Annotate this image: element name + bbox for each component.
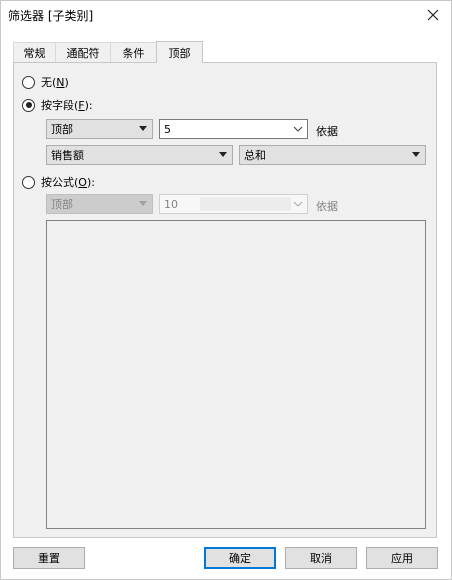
tab-condition[interactable]: 条件 — [110, 42, 157, 62]
tab-strip: 常规 通配符 条件 顶部 — [13, 41, 203, 63]
close-button[interactable] — [421, 4, 445, 26]
chevron-down-icon — [219, 152, 227, 157]
dialog-title: 筛选器 [子类别] — [8, 9, 94, 23]
option-none-label: 无(N) — [41, 76, 69, 89]
option-by-field-label: 按字段(F): — [41, 99, 93, 112]
field-measure-select[interactable]: 销售额 — [46, 145, 233, 165]
tab-wildcard[interactable]: 通配符 — [55, 42, 111, 62]
tab-panel-top: 无(N) 按字段(F): 顶部 5 依据 销售额 总和 按公式(O): 顶部 1… — [13, 62, 437, 538]
option-by-field[interactable]: 按字段(F): — [22, 97, 93, 113]
close-icon — [427, 9, 439, 21]
ok-button[interactable]: 确定 — [204, 547, 276, 569]
apply-button[interactable]: 应用 — [366, 547, 438, 569]
option-by-formula-label: 按公式(O): — [41, 176, 95, 189]
title-bar: 筛选器 [子类别] — [1, 1, 451, 31]
reset-button[interactable]: 重置 — [13, 547, 85, 569]
chevron-down-icon — [412, 152, 420, 157]
chevron-down-icon — [293, 201, 303, 207]
option-none[interactable]: 无(N) — [22, 74, 69, 90]
formula-direction-select[interactable]: 顶部 — [46, 194, 153, 214]
chevron-down-icon — [139, 201, 147, 206]
field-aggregation-select[interactable]: 总和 — [239, 145, 426, 165]
radio-by-field[interactable] — [22, 98, 35, 112]
tab-general[interactable]: 常规 — [13, 42, 56, 62]
field-count-input[interactable]: 5 — [159, 119, 308, 139]
chevron-down-icon — [139, 126, 147, 131]
field-by-label: 依据 — [316, 125, 338, 138]
formula-by-label: 依据 — [316, 200, 338, 213]
cancel-button[interactable]: 取消 — [285, 547, 357, 569]
formula-count-input[interactable]: 10 — [159, 194, 308, 214]
field-direction-select[interactable]: 顶部 — [46, 119, 153, 139]
tab-top[interactable]: 顶部 — [156, 41, 203, 63]
radio-by-formula[interactable] — [22, 175, 35, 189]
radio-none[interactable] — [22, 75, 35, 89]
chevron-down-icon — [293, 126, 303, 132]
option-by-formula[interactable]: 按公式(O): — [22, 174, 95, 190]
filter-dialog: 筛选器 [子类别] 常规 通配符 条件 顶部 无(N) 按字段(F): 顶部 5… — [0, 0, 452, 580]
formula-editor[interactable] — [46, 220, 426, 529]
